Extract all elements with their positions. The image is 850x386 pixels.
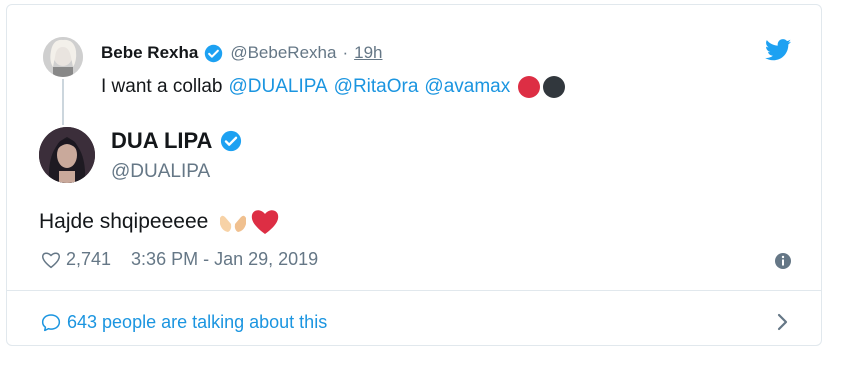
heart-outline-icon[interactable] (41, 251, 61, 269)
parent-author-name[interactable]: Bebe Rexha (101, 43, 198, 63)
parent-text-prefix: I want a collab (101, 76, 223, 97)
red-circle-emoji (518, 76, 541, 98)
parent-author-handle[interactable]: @BebeRexha (230, 43, 336, 63)
main-tweet-body: Hajde shqipeeeee (39, 210, 209, 233)
tweet-timestamp[interactable]: 3:36 PM - Jan 29, 2019 (131, 249, 318, 270)
main-author-handle[interactable]: @DUALIPA (111, 161, 210, 183)
main-tweet-text: Hajde shqipeeeee (39, 208, 280, 236)
mention-link[interactable]: @DUALIPA (228, 76, 327, 98)
mention-link[interactable]: @avamax (424, 76, 510, 98)
talking-text: 643 people are talking about this (67, 312, 328, 332)
tweet-meta: 2,741 3:36 PM - Jan 29, 2019 (41, 249, 318, 270)
main-author-name[interactable]: DUA LIPA (111, 128, 212, 154)
red-heart-icon (252, 210, 279, 234)
mention-link[interactable]: @RitaOra (334, 76, 419, 98)
main-avatar[interactable] (39, 127, 95, 183)
header-separator: · (342, 43, 349, 62)
info-icon[interactable] (774, 252, 792, 270)
tweet-card: Bebe Rexha @BebeRexha · 19h I want a col… (6, 4, 822, 346)
parent-tweet-text: I want a collab @DUALIPA @RitaOra @avama… (101, 76, 566, 98)
parent-avatar[interactable] (43, 37, 83, 77)
parent-tweet-time[interactable]: 19h (354, 43, 382, 63)
chevron-right-icon[interactable] (776, 311, 790, 333)
palms-up-together-icon (220, 215, 247, 232)
parent-tweet-header: Bebe Rexha @BebeRexha · 19h (101, 43, 382, 63)
twitter-bird-icon[interactable] (765, 39, 791, 61)
verified-badge-icon (205, 44, 223, 62)
main-author-name-row: DUA LIPA (111, 128, 242, 154)
verified-badge-icon (221, 130, 242, 152)
like-count[interactable]: 2,741 (66, 249, 111, 270)
avatar-photo-icon (43, 37, 83, 77)
speech-bubble-icon (41, 314, 61, 332)
thread-line (62, 79, 64, 125)
conversation-link[interactable]: 643 people are talking about this (41, 312, 327, 333)
black-circle-emoji (543, 76, 566, 98)
divider (7, 290, 821, 291)
avatar-photo-icon (39, 127, 95, 183)
